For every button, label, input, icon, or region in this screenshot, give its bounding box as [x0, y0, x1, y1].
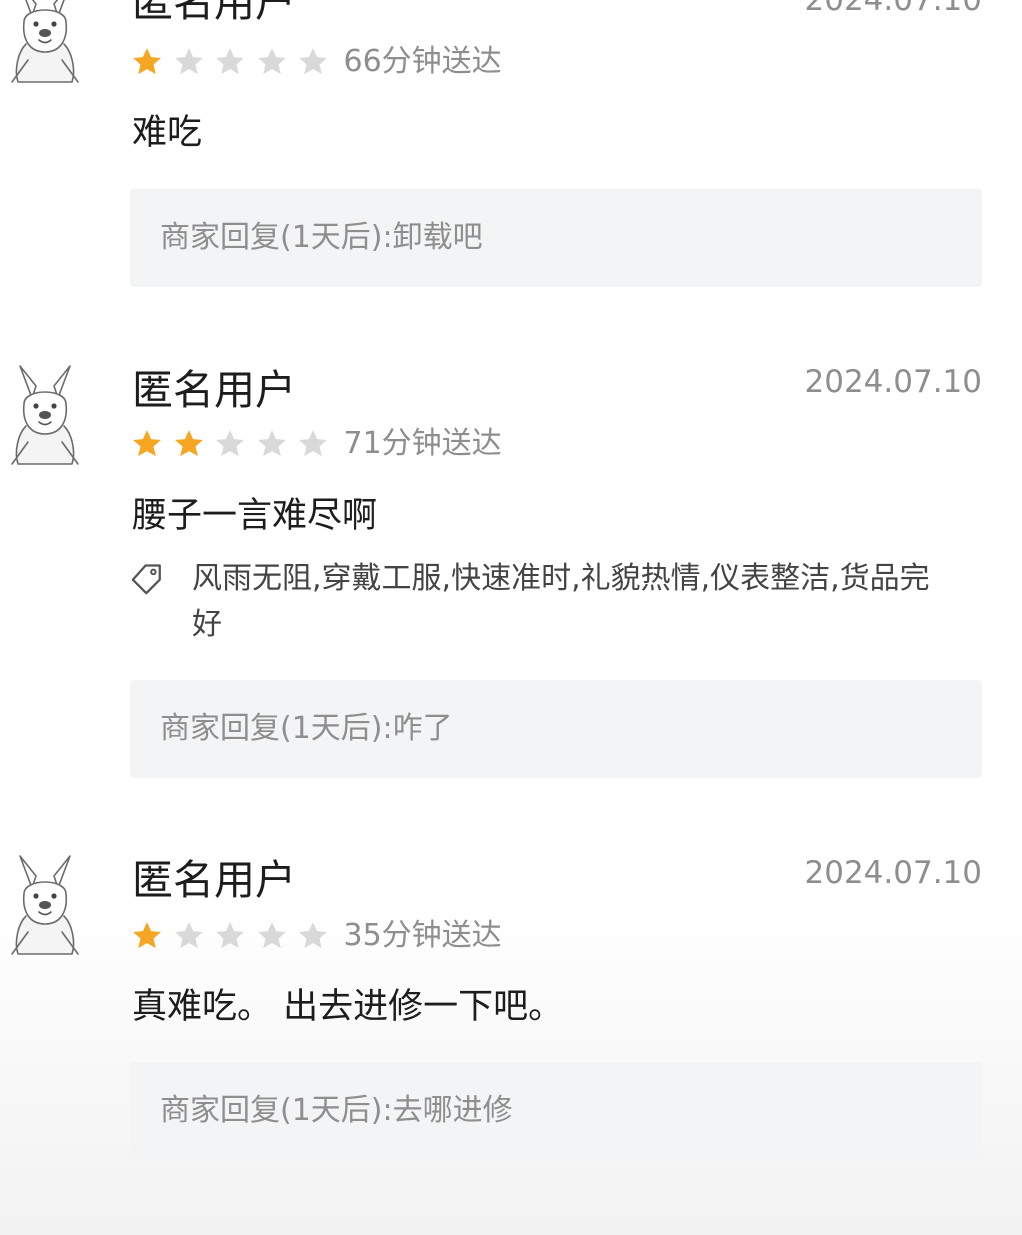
star-icon	[216, 430, 244, 457]
review-comment: 难吃	[132, 113, 203, 153]
kangaroo-avatar-icon[interactable]	[6, 854, 84, 958]
star-icon	[133, 922, 161, 949]
star-icon	[299, 922, 327, 949]
star-icon	[299, 48, 327, 75]
delivery-time: 71分钟送达	[343, 426, 502, 461]
star-icon	[257, 922, 286, 949]
star-icon	[174, 48, 203, 75]
username: 匿名用户	[132, 856, 296, 904]
star-icon	[174, 430, 203, 457]
review-comment: 腰子一言难尽啊	[132, 496, 378, 536]
merchant-reply: 商家回复(1天后):咋了	[130, 680, 982, 778]
username: 匿名用户	[132, 366, 296, 414]
review-date: 2024.07.10	[804, 0, 983, 18]
review-item: 匿名用户 2024.07.10 66分钟送达 难吃 商家回复(1天后):卸载吧	[0, 0, 1022, 320]
merchant-reply-text: 商家回复(1天后):卸载吧	[160, 220, 483, 255]
kangaroo-avatar-icon[interactable]	[6, 0, 84, 86]
merchant-reply: 商家回复(1天后):去哪进修	[130, 1062, 982, 1160]
tag-icon	[131, 564, 161, 595]
star-icon	[133, 48, 161, 75]
merchant-reply: 商家回复(1天后):卸载吧	[130, 189, 982, 287]
review-item: 匿名用户 2024.07.10 35分钟送达 真难吃。 出去进修一下吧。 商家回…	[0, 850, 1022, 1170]
review-date: 2024.07.10	[804, 364, 983, 400]
rating-row: 35分钟送达	[130, 916, 502, 956]
star-icon	[133, 430, 161, 457]
rating-row: 71分钟送达	[130, 424, 502, 464]
star-icon	[216, 922, 244, 949]
review-comment: 真难吃。 出去进修一下吧。	[132, 987, 564, 1027]
merchant-reply-text: 商家回复(1天后):咋了	[160, 711, 453, 746]
review-date: 2024.07.10	[804, 855, 983, 891]
star-icon	[299, 430, 327, 457]
review-tags: 风雨无阻,穿戴工服,快速准时,礼貌热情,仪表整洁,货品完好	[192, 561, 930, 642]
username: 匿名用户	[132, 0, 296, 26]
star-icon	[174, 922, 203, 949]
review-item: 匿名用户 2024.07.10 71分钟送达 腰子一言难尽啊 风雨无阻,穿戴工服…	[0, 360, 1022, 790]
star-icon	[216, 48, 244, 75]
delivery-time: 66分钟送达	[343, 44, 502, 79]
kangaroo-avatar-icon[interactable]	[6, 364, 84, 468]
delivery-time: 35分钟送达	[343, 918, 502, 953]
star-icon	[257, 430, 286, 457]
star-icon	[257, 48, 286, 75]
rating-row: 66分钟送达	[130, 42, 502, 82]
merchant-reply-text: 商家回复(1天后):去哪进修	[160, 1093, 513, 1128]
